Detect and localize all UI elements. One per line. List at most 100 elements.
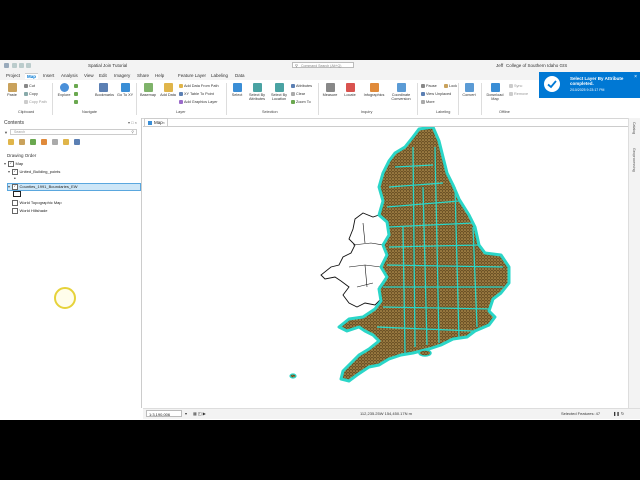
view-unplaced-button[interactable]: View Unplaced	[421, 92, 451, 97]
select-button[interactable]: Select	[229, 83, 245, 97]
list-by-drawing-order-icon[interactable]	[8, 139, 14, 145]
map-canvas[interactable]	[143, 125, 628, 408]
contents-pane: Contents ▾ □ × ▼ Search ⚲ Drawing Order …	[0, 118, 142, 408]
coordinate-conversion-button[interactable]: Coordinate Conversion	[389, 83, 413, 101]
copy-button[interactable]: Copy	[24, 92, 38, 97]
tab-data[interactable]: Data	[235, 73, 245, 78]
cut-button[interactable]: Cut	[24, 84, 35, 89]
checkbox[interactable]: ✓	[12, 184, 18, 190]
select-by-location-button[interactable]: Select By Location	[269, 83, 289, 101]
layer-row-topographic[interactable]: World Topographic Map	[8, 200, 62, 206]
layer-row-map[interactable]: ▾ ✓ Map	[4, 161, 23, 167]
tab-view[interactable]: View	[84, 73, 94, 78]
undo-icon[interactable]	[19, 63, 24, 68]
checkbox[interactable]: ✓	[12, 169, 18, 175]
previous-extent-button[interactable]	[74, 100, 79, 105]
save-icon[interactable]	[12, 63, 17, 68]
list-by-source-icon[interactable]	[19, 139, 25, 145]
attributes-button[interactable]: Attributes	[291, 84, 312, 89]
user-name[interactable]: Jeff	[496, 63, 503, 68]
layer-row-hillshade[interactable]: World Hillshade	[8, 208, 47, 214]
explore-button[interactable]: Explore	[56, 83, 72, 97]
goto-xy-button[interactable]: Go To XY	[117, 83, 133, 97]
copy-path-button[interactable]: Copy Path	[24, 100, 47, 105]
bookmarks-button[interactable]: Bookmarks	[95, 83, 114, 97]
map-status-bar: 1:3,190,006 ▾ ▦ ◰ ▶ 112,235.25W 154,450.…	[143, 408, 640, 419]
redo-icon[interactable]	[26, 63, 31, 68]
tab-labeling[interactable]: Labeling	[211, 73, 228, 78]
selected-features-count[interactable]: Selected Features: 47	[561, 411, 600, 416]
select-by-attributes-button[interactable]: Select By Attributes	[247, 83, 267, 101]
tab-project[interactable]: Project	[6, 73, 20, 78]
xy-table-to-point-button[interactable]: XY Table To Point	[179, 92, 214, 97]
map-nav-icons[interactable]: ▦ ◰ ▶	[193, 411, 206, 416]
paste-button[interactable]: Paste	[4, 83, 20, 97]
full-extent-button[interactable]	[74, 84, 79, 89]
back-arrow-icon	[74, 100, 78, 104]
coordinate-icon	[396, 83, 406, 92]
lock-labeling-button[interactable]: Lock	[444, 84, 457, 89]
clear-selection-button[interactable]: Clear	[291, 92, 305, 97]
download-map-button[interactable]: Download Map	[484, 83, 506, 101]
tab-help[interactable]: Help	[155, 73, 164, 78]
infographics-button[interactable]: Infographics	[363, 83, 385, 97]
add-data-button[interactable]: Add Data	[160, 83, 176, 97]
measure-button[interactable]: Measure	[322, 83, 338, 97]
tab-feature-layer[interactable]: Feature Layer	[178, 73, 206, 78]
list-by-selection-icon[interactable]	[30, 139, 36, 145]
layer-row-building-points[interactable]: ▾ ✓ United_Building_points	[8, 169, 60, 175]
basemap-button[interactable]: Basemap	[140, 83, 156, 97]
checkbox[interactable]: ✓	[8, 161, 14, 167]
tab-analysis[interactable]: Analysis	[61, 73, 78, 78]
checkbox[interactable]	[12, 208, 18, 214]
add-data-from-path-button[interactable]: Add Data From Path	[179, 84, 219, 89]
remove-offline-button[interactable]: Remove	[509, 92, 528, 97]
pane-options-icon[interactable]: ▾ □ ×	[128, 120, 137, 125]
zoom-to-selection-button[interactable]: Zoom To	[291, 100, 311, 105]
scissors-icon	[24, 84, 28, 88]
checkbox[interactable]	[12, 200, 18, 206]
list-by-snapping-icon[interactable]	[52, 139, 58, 145]
pause-labeling-button[interactable]: Pause	[421, 84, 437, 89]
tab-map[interactable]: Map	[25, 73, 38, 79]
scale-selector[interactable]: 1:3,190,006	[146, 410, 182, 417]
geoprocessing-pane-tab[interactable]: Geoprocessing	[632, 148, 636, 172]
locate-button[interactable]: Locate	[342, 83, 358, 97]
sync-icon	[509, 84, 513, 88]
sync-button[interactable]: Sync	[509, 84, 522, 89]
pause-drawing-icon[interactable]: ❚❚ ↻	[613, 411, 624, 416]
tab-insert[interactable]: Insert	[43, 73, 54, 78]
scale-dropdown-icon[interactable]: ▾	[185, 411, 187, 416]
catalog-pane-tab[interactable]: Catalog	[632, 122, 636, 134]
isle-of-wight	[418, 349, 432, 357]
side-pane-tabs: Catalog Geoprocessing	[628, 118, 640, 408]
zoom-in-button[interactable]	[74, 92, 79, 97]
close-icon[interactable]: ×	[634, 74, 637, 80]
arcgis-pro-window: Spatial Join Tutorial ⚲ Command Search (…	[0, 60, 640, 420]
check-circle-icon	[544, 76, 560, 92]
map-view[interactable]	[143, 125, 628, 408]
contents-title: Contents	[4, 120, 25, 126]
map-view-tab[interactable]: Map ×	[144, 118, 168, 126]
list-by-perspective-icon[interactable]	[74, 139, 80, 145]
more-labeling-button[interactable]: More	[421, 100, 435, 105]
search-icon: ⚲	[131, 130, 134, 134]
add-graphics-layer-button[interactable]: Add Graphics Layer	[179, 100, 218, 105]
tab-imagery[interactable]: Imagery	[114, 73, 130, 78]
drawing-order-heading: Drawing Order	[7, 153, 37, 158]
tab-share[interactable]: Share	[137, 73, 149, 78]
notification-toast[interactable]: Select Layer By Attribute completed. 2/1…	[539, 72, 640, 98]
list-by-labeling-icon[interactable]	[63, 139, 69, 145]
tab-edit[interactable]: Edit	[99, 73, 107, 78]
filter-icon[interactable]: ▼	[4, 130, 8, 135]
layer-row-counties[interactable]: ▾ ✓ Counties_1991_Boundaries_EW	[7, 183, 141, 191]
convert-button[interactable]: Convert	[461, 83, 477, 97]
contents-search-input[interactable]: Search ⚲	[10, 129, 137, 135]
command-search-input[interactable]: ⚲ Command Search (Alt+Q)	[292, 62, 354, 68]
xy-table-icon	[179, 92, 183, 96]
group-divider	[481, 83, 482, 115]
list-by-editing-icon[interactable]	[41, 139, 47, 145]
remove-icon	[509, 92, 513, 96]
app-logo-icon	[4, 63, 9, 68]
attributes-icon	[291, 84, 295, 88]
